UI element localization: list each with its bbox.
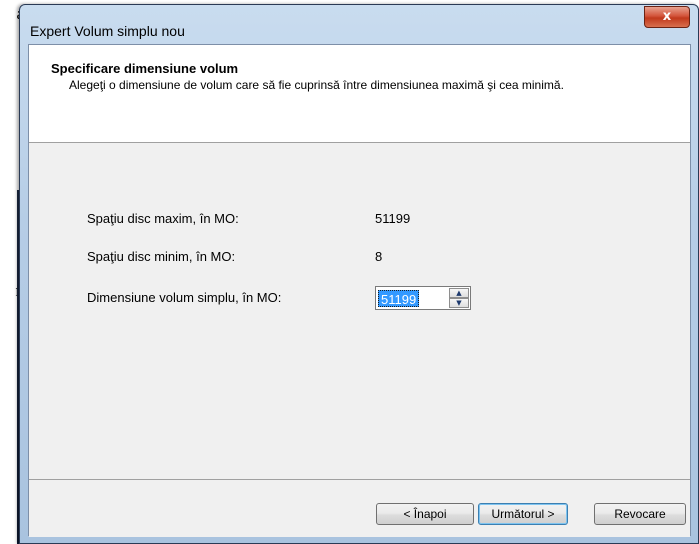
spin-up-icon[interactable]: ▲ (449, 288, 469, 298)
min-size-value: 8 (375, 249, 383, 264)
max-size-value: 51199 (375, 211, 411, 226)
page-description: Alegeţi o dimensiune de volum care să fi… (69, 78, 564, 92)
volume-size-input[interactable]: 51199 (378, 290, 420, 307)
wizard-header: Specificare dimensiune volum Alegeţi o d… (29, 45, 690, 143)
wizard-window: Expert Volum simplu nou x Specificare di… (19, 4, 699, 544)
min-size-label: Spaţiu disc minim, în MO: (87, 249, 236, 264)
page-title: Specificare dimensiune volum (51, 61, 239, 76)
close-button[interactable]: x (644, 6, 690, 28)
cancel-button[interactable]: Revocare (594, 503, 686, 525)
next-button[interactable]: Următorul > (478, 503, 568, 525)
title-bar[interactable]: Expert Volum simplu nou x (20, 5, 698, 45)
close-icon: x (662, 9, 672, 24)
max-size-label: Spaţiu disc maxim, în MO: (87, 211, 239, 226)
volume-size-stepper[interactable]: 51199 ▲ ▼ (375, 286, 471, 310)
spin-down-icon[interactable]: ▼ (449, 298, 469, 308)
wizard-client-area: Specificare dimensiune volum Alegeţi o d… (28, 44, 691, 537)
back-button[interactable]: < Înapoi (376, 503, 474, 525)
volume-size-label: Dimensiune volum simplu, în MO: (87, 290, 282, 305)
wizard-footer: < Înapoi Următorul > Revocare (29, 479, 690, 537)
stepper-buttons: ▲ ▼ (449, 288, 469, 308)
window-title: Expert Volum simplu nou (30, 23, 185, 39)
